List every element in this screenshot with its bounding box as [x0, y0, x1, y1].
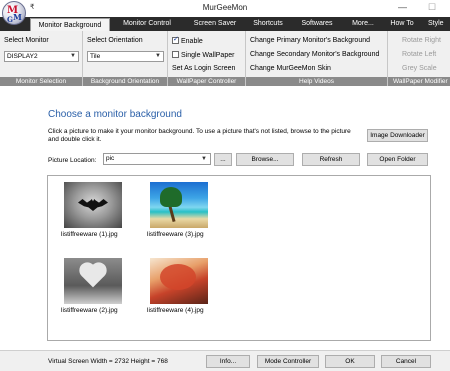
group-background-orientation: Select Orientation Tile ▼ Background Ori…	[83, 31, 168, 86]
ribbon-panel: Select Monitor DISPLAY2 ▼ Monitor Select…	[0, 31, 450, 86]
wallpaper-controller-caption: WallPaper Controller	[168, 77, 245, 86]
open-folder-button[interactable]: Open Folder	[367, 153, 428, 166]
change-secondary-background-button[interactable]: Change Secondary Monitor's Background	[250, 51, 379, 58]
picture-location-label: Picture Location:	[48, 157, 97, 164]
single-wallpaper-checkbox[interactable]: Single WallPaper	[172, 51, 234, 59]
wallpaper-modifier-caption: WallPaper Modifier	[388, 77, 450, 86]
app-logo-icon[interactable]: MMG	[2, 1, 26, 25]
select-orientation-label: Select Orientation	[87, 37, 143, 44]
select-monitor-value: DISPLAY2	[7, 53, 38, 60]
picture-location-dropdown[interactable]: pic ▼	[103, 153, 211, 165]
ribbon-tab-bar: Monitor Background Monitor Control Scree…	[0, 17, 450, 31]
select-monitor-dropdown[interactable]: DISPLAY2 ▼	[4, 51, 79, 62]
checkbox-unchecked-icon	[172, 51, 179, 58]
select-monitor-label: Select Monitor	[4, 37, 49, 44]
minimize-button[interactable]: —	[398, 2, 407, 12]
enable-checkbox[interactable]: Enable	[172, 35, 203, 45]
tab-shortcuts[interactable]: Shortcuts	[248, 17, 288, 31]
rotate-left-button[interactable]: Rotate Left	[402, 51, 436, 58]
background-orientation-caption: Background Orientation	[83, 77, 167, 86]
autumn-trees-image	[150, 258, 208, 304]
water-heart-image	[64, 258, 122, 304]
window-title: MurGeeMon	[202, 3, 248, 12]
page-title: Choose a monitor background	[48, 109, 182, 120]
tab-screen-saver[interactable]: Screen Saver	[184, 17, 246, 31]
grey-scale-button[interactable]: Grey Scale	[402, 65, 437, 72]
tab-how-to[interactable]: How To	[386, 17, 418, 31]
status-bar: Virtual Screen Width = 2732 Height = 768…	[0, 350, 450, 371]
picture-location-value: pic	[106, 155, 115, 162]
group-monitor-selection: Select Monitor DISPLAY2 ▼ Monitor Select…	[0, 31, 83, 86]
tab-monitor-control[interactable]: Monitor Control	[112, 17, 182, 31]
rotate-right-button[interactable]: Rotate Right	[402, 37, 441, 44]
thumbnail-item[interactable]: listiffreeware (1).jpg	[61, 182, 136, 238]
thumbnail-caption: listiffreeware (1).jpg	[61, 231, 118, 238]
tab-monitor-background[interactable]: Monitor Background	[30, 18, 110, 31]
checkbox-checked-icon	[172, 35, 179, 44]
browse-button[interactable]: Browse...	[236, 153, 294, 166]
thumbnail-item[interactable]: listiffreeware (4).jpg	[147, 258, 222, 314]
batman-logo-image	[64, 182, 122, 228]
refresh-button[interactable]: Refresh	[302, 153, 360, 166]
info-button[interactable]: Info...	[206, 355, 250, 368]
picture-gallery[interactable]: listiffreeware (1).jpg listiffreeware (3…	[47, 175, 431, 341]
help-videos-caption: Help Videos	[246, 77, 387, 86]
change-primary-background-button[interactable]: Change Primary Monitor's Background	[250, 37, 370, 44]
mode-controller-button[interactable]: Mode Controller	[257, 355, 319, 368]
cancel-button[interactable]: Cancel	[381, 355, 431, 368]
ellipsis-button[interactable]: ...	[214, 153, 232, 166]
maximize-button[interactable]: ☐	[428, 2, 436, 13]
select-orientation-value: Tile	[90, 53, 101, 60]
instruction-text: Click a picture to make it your monitor …	[48, 128, 351, 143]
single-wallpaper-label: Single WallPaper	[181, 52, 235, 59]
tab-style[interactable]: Style	[428, 17, 450, 31]
main-content: Choose a monitor background Click a pict…	[0, 86, 450, 371]
tab-more[interactable]: More...	[346, 17, 380, 31]
change-skin-button[interactable]: Change MurGeeMon Skin	[250, 65, 331, 72]
chevron-down-icon: ▼	[201, 156, 207, 162]
group-wallpaper-controller: Enable Single WallPaper Set As Login Scr…	[168, 31, 246, 86]
thumbnail-item[interactable]: listiffreeware (2).jpg	[61, 258, 136, 314]
set-as-login-screen-button[interactable]: Set As Login Screen	[172, 65, 235, 72]
tropical-beach-image	[150, 182, 208, 228]
ok-button[interactable]: OK	[325, 355, 375, 368]
select-orientation-dropdown[interactable]: Tile ▼	[87, 51, 164, 62]
enable-label: Enable	[181, 38, 203, 45]
image-downloader-button[interactable]: Image Downloader	[367, 129, 428, 142]
thumbnail-caption: listiffreeware (3).jpg	[147, 231, 204, 238]
thumbnail-item[interactable]: listiffreeware (3).jpg	[147, 182, 222, 238]
tab-softwares[interactable]: Softwares	[292, 17, 342, 31]
thumbnail-caption: listiffreeware (2).jpg	[61, 307, 118, 314]
screen-dimensions-text: Virtual Screen Width = 2732 Height = 768	[48, 358, 168, 365]
thumbnail-caption: listiffreeware (4).jpg	[147, 307, 204, 314]
monitor-selection-caption: Monitor Selection	[0, 77, 82, 86]
chevron-down-icon: ▼	[70, 53, 76, 59]
title-bar: ₹ MurGeeMon — ☐	[0, 0, 450, 17]
group-wallpaper-modifier: Rotate Right Rotate Left Grey Scale Wall…	[388, 31, 450, 86]
chevron-down-icon: ▼	[155, 53, 161, 59]
group-help-videos: Change Primary Monitor's Background Chan…	[246, 31, 388, 86]
